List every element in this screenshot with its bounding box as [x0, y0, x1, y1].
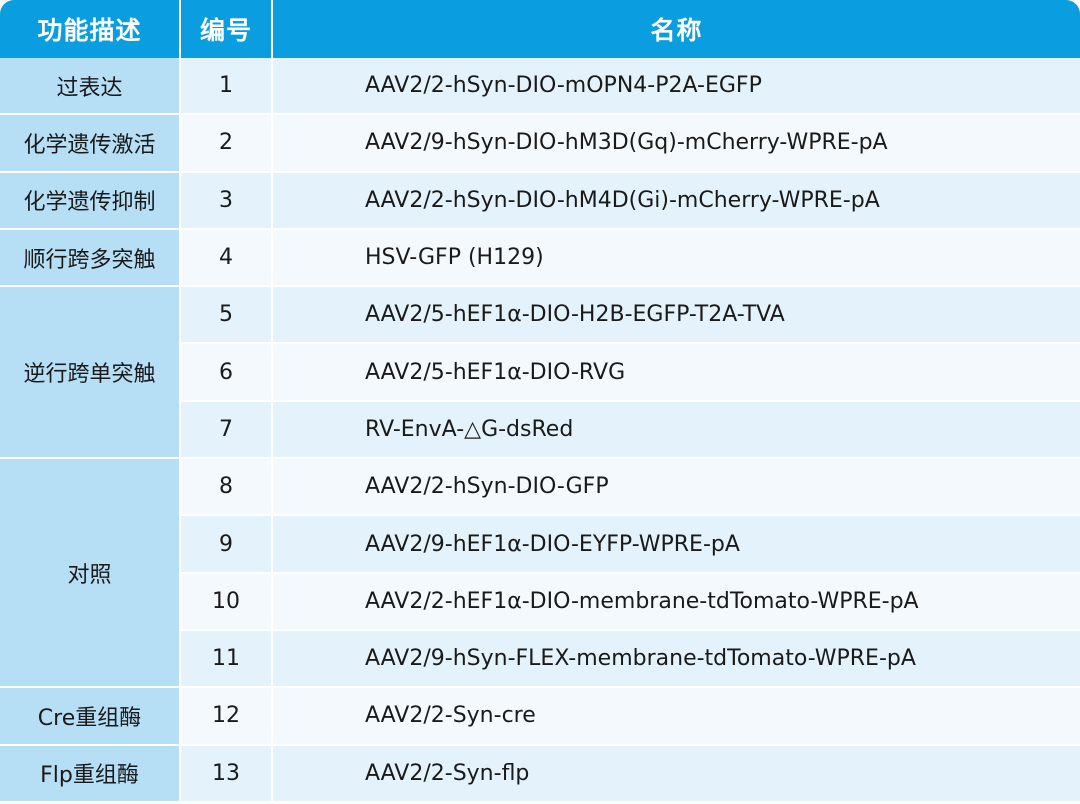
row-name: HSV-GFP (H129)	[273, 229, 1080, 288]
row-number: 3	[181, 172, 273, 230]
header-number: 编号	[181, 0, 271, 58]
row-name: AAV2/9-hEF1α-DIO-EYFP-WPRE-pA	[273, 516, 1080, 574]
row-number: 12	[181, 688, 273, 746]
row-number: 9	[181, 516, 273, 574]
row-name: AAV2/9-hSyn-FLEX-membrane-tdTomato-WPRE-…	[273, 630, 1080, 689]
category-cell: 化学遗传抑制	[0, 172, 181, 230]
header-function: 功能描述	[0, 0, 179, 58]
row-number: 2	[181, 115, 273, 173]
category-cell: 过表达	[0, 58, 181, 116]
row-name: AAV2/5-hEF1α-DIO-H2B-EGFP-T2A-TVA	[273, 287, 1080, 345]
row-number: 5	[181, 287, 273, 345]
row-number: 7	[181, 401, 273, 460]
category-cell: Flp重组酶	[0, 745, 181, 803]
row-number: 13	[181, 745, 273, 803]
category-cell: 顺行跨多突触	[0, 229, 181, 288]
row-name: AAV2/2-hEF1α-DIO-membrane-tdTomato-WPRE-…	[273, 573, 1080, 631]
row-number: 6	[181, 344, 273, 402]
row-name: AAV2/2-hSyn-DIO-mOPN4-P2A-EGFP	[273, 58, 1080, 116]
row-name: AAV2/2-hSyn-DIO-GFP	[273, 459, 1080, 517]
row-number: 10	[181, 573, 273, 631]
row-number: 11	[181, 630, 273, 689]
row-name: AAV2/5-hEF1α-DIO-RVG	[273, 344, 1080, 402]
row-name: RV-EnvA-△G-dsRed	[273, 401, 1080, 460]
row-name: AAV2/2-Syn-cre	[273, 688, 1080, 746]
category-cell: Cre重组酶	[0, 688, 181, 746]
category-cell: 对照	[0, 459, 181, 689]
row-number: 8	[181, 459, 273, 517]
category-cell: 化学遗传激活	[0, 115, 181, 173]
virus-table: 功能描述 编号 名称 过表达 化学遗传激活 化学遗传抑制 顺行跨多突触 逆行跨单突触 对照…	[0, 0, 1080, 804]
row-name: AAV2/2-hSyn-DIO-hM4D(Gi)-mCherry-WPRE-pA	[273, 172, 1080, 230]
row-name: AAV2/9-hSyn-DIO-hM3D(Gq)-mCherry-WPRE-pA	[273, 115, 1080, 173]
category-cell: 逆行跨单突触	[0, 287, 181, 460]
row-number: 4	[181, 229, 273, 288]
row-name: AAV2/2-Syn-flp	[273, 745, 1080, 803]
row-number: 1	[181, 58, 273, 116]
header-name: 名称	[273, 0, 1080, 58]
